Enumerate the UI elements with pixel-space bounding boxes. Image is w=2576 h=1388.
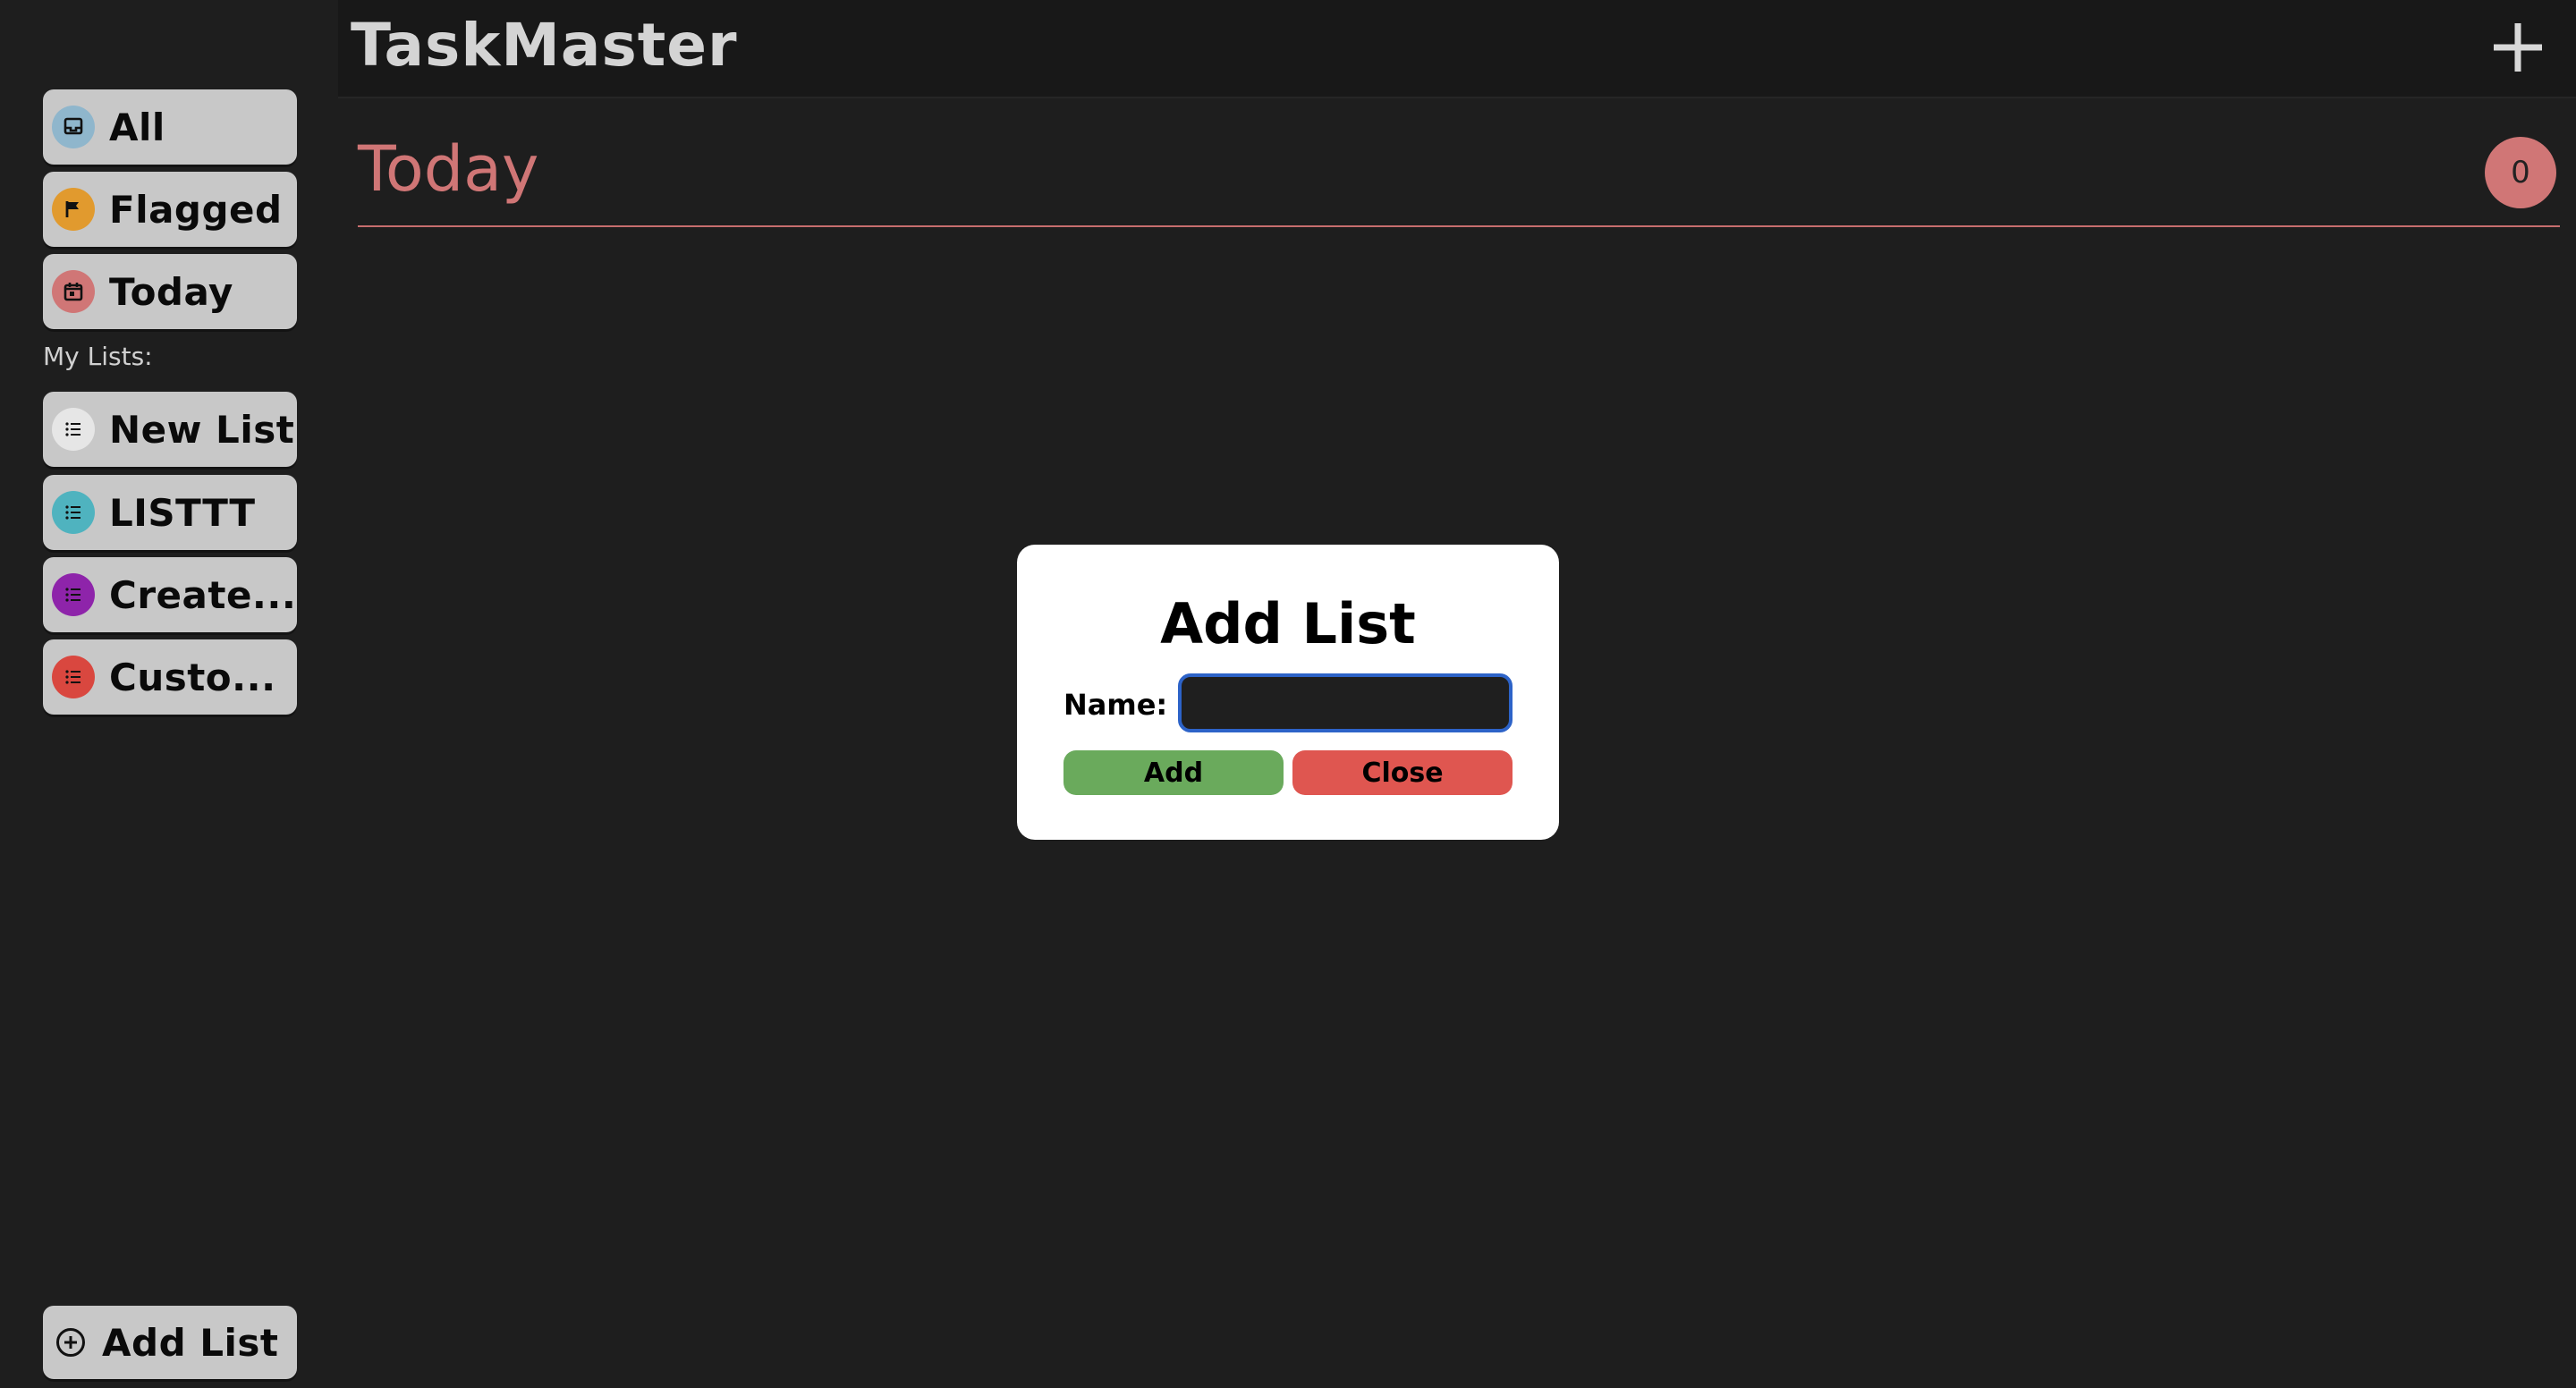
sidebar-item-listtt[interactable]: LISTTT	[43, 475, 297, 550]
sidebar: All Flagged Today My Lists: New List LIS…	[0, 0, 338, 1388]
app-header: TaskMaster	[338, 0, 2576, 98]
sidebar-item-label: New List	[109, 407, 295, 452]
add-list-modal: Add List Name: Add Close	[1017, 545, 1559, 840]
sidebar-item-today[interactable]: Today	[43, 254, 297, 329]
plus-icon	[2494, 23, 2542, 72]
close-button[interactable]: Close	[1292, 750, 1513, 795]
list-name-input[interactable]	[1178, 673, 1513, 732]
task-count-badge: 0	[2485, 137, 2556, 208]
modal-title: Add List	[1160, 591, 1416, 656]
sidebar-item-label: Today	[109, 269, 233, 314]
flag-icon	[52, 188, 95, 231]
sidebar-item-flagged[interactable]: Flagged	[43, 172, 297, 247]
inbox-icon	[52, 106, 95, 148]
app-root: All Flagged Today My Lists: New List LIS…	[0, 0, 2576, 1388]
add-list-button[interactable]: Add List	[43, 1306, 297, 1379]
list-icon	[52, 656, 95, 698]
sidebar-item-label: Custo...	[109, 655, 276, 699]
app-title: TaskMaster	[351, 11, 738, 80]
sidebar-item-all[interactable]: All	[43, 89, 297, 165]
plus-circle-icon	[55, 1327, 86, 1358]
sidebar-item-label: LISTTT	[109, 490, 256, 535]
add-task-button[interactable]	[2490, 20, 2546, 75]
view-divider	[358, 225, 2560, 227]
list-icon	[52, 491, 95, 534]
sidebar-item-label: All	[109, 105, 165, 149]
add-list-label: Add List	[102, 1320, 279, 1365]
my-lists-heading: My Lists:	[43, 342, 153, 371]
view-title: Today	[358, 132, 539, 206]
sidebar-item-label: Flagged	[109, 187, 283, 232]
list-icon	[52, 408, 95, 451]
name-label: Name:	[1063, 688, 1168, 722]
add-button[interactable]: Add	[1063, 750, 1284, 795]
sidebar-item-new-list[interactable]: New List	[43, 392, 297, 467]
calendar-icon	[52, 270, 95, 313]
sidebar-item-create[interactable]: Create...	[43, 557, 297, 632]
sidebar-item-label: Create...	[109, 572, 297, 617]
list-icon	[52, 573, 95, 616]
sidebar-item-custom[interactable]: Custo...	[43, 639, 297, 715]
